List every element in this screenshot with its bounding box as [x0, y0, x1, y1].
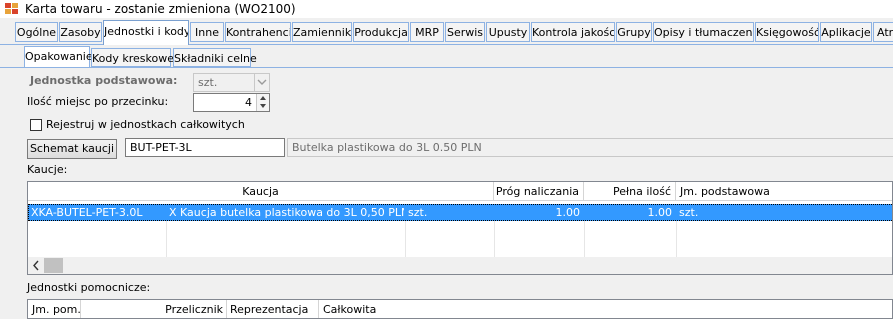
tab-inne[interactable]: Inne [190, 22, 224, 42]
tab-zamienniki[interactable]: Zamienniki [292, 22, 352, 42]
base-unit-value: szt. [198, 76, 218, 89]
tab-grupy[interactable]: Grupy [616, 22, 652, 42]
row-focus-outline [28, 204, 892, 221]
horizontal-scrollbar[interactable] [28, 257, 892, 274]
tab-kontrola-jakosci[interactable]: Kontrola jakości [531, 22, 615, 42]
base-unit-select[interactable]: szt. [193, 73, 270, 92]
subtab-kody-kreskowe[interactable]: Kody kreskowe [91, 48, 174, 67]
deposit-scheme-button[interactable]: Schemat kaucji [27, 139, 117, 159]
chevron-left-icon[interactable] [31, 260, 41, 271]
deposits-section-label: Kaucje: [27, 163, 68, 176]
column-header-jm-pom[interactable]: Jm. pom. [28, 300, 81, 318]
subtab-opakowanie[interactable]: Opakowanie [24, 46, 93, 67]
column-header-jm-podstawowa[interactable]: Jm. podstawowa [676, 182, 892, 201]
decimals-value: 4 [245, 96, 252, 109]
column-header-calkowita[interactable]: Całkowita [319, 300, 419, 318]
column-header-prog-naliczania[interactable]: Próg naliczania [494, 182, 584, 201]
tab-kontrahenci[interactable]: Kontrahenci [225, 22, 291, 42]
aux-units-grid[interactable]: Jm. pom. Przelicznik Reprezentacja Całko… [27, 299, 893, 319]
deposit-scheme-description: Butelka plastikowa do 3L 0.50 PLN [287, 138, 893, 157]
tab-ogolne[interactable]: Ogólne [15, 22, 58, 42]
tab-zasoby[interactable]: Zasoby [59, 22, 102, 42]
tab-jednostki-i-kody[interactable]: Jednostki i kody [103, 20, 189, 45]
tab-aplikacje[interactable]: Aplikacje [820, 22, 872, 42]
aux-units-section-label: Jednostki pomocnicze: [27, 281, 151, 294]
chevron-down-icon[interactable] [254, 74, 269, 91]
tab-upusty[interactable]: Upusty [486, 22, 530, 42]
window-title: Karta towaru - zostanie zmieniona (WO210… [25, 2, 296, 16]
app-grid-icon [5, 3, 18, 14]
column-header-przelicznik[interactable]: Przelicznik [81, 300, 227, 318]
tab-atr[interactable]: Atr [873, 22, 893, 42]
column-header-kaucja[interactable]: Kaucja [28, 182, 494, 201]
tab-ksiegowosc[interactable]: Księgowość [755, 22, 819, 42]
column-header-pelna-ilosc[interactable]: Pełna ilość [584, 182, 676, 201]
spin-arrows-icon[interactable] [256, 94, 269, 111]
subtab-skladniki-celne[interactable]: Składniki celne [173, 48, 257, 67]
register-whole-checkbox[interactable] [30, 119, 42, 131]
tab-produkcja[interactable]: Produkcja [353, 22, 409, 42]
decimals-label: Ilość miejsc po przecinku: [27, 95, 169, 108]
tab-mrp[interactable]: MRP [410, 22, 444, 42]
deposits-grid[interactable]: Kaucja Próg naliczania Pełna ilość Jm. p… [27, 181, 893, 275]
deposit-scheme-code-input[interactable]: BUT-PET-3L [125, 138, 285, 157]
scrollbar-thumb[interactable] [44, 258, 63, 273]
tab-serwis[interactable]: Serwis [445, 22, 485, 42]
decimals-stepper[interactable]: 4 [193, 93, 270, 112]
column-header-reprezentacja[interactable]: Reprezentacja [227, 300, 319, 318]
base-unit-label: Jednostka podstawowa: [30, 74, 178, 87]
register-whole-label: Rejestruj w jednostkach całkowitych [46, 118, 245, 131]
tab-opisy-i-tlumaczenia[interactable]: Opisy i tłumaczenia [653, 22, 754, 42]
